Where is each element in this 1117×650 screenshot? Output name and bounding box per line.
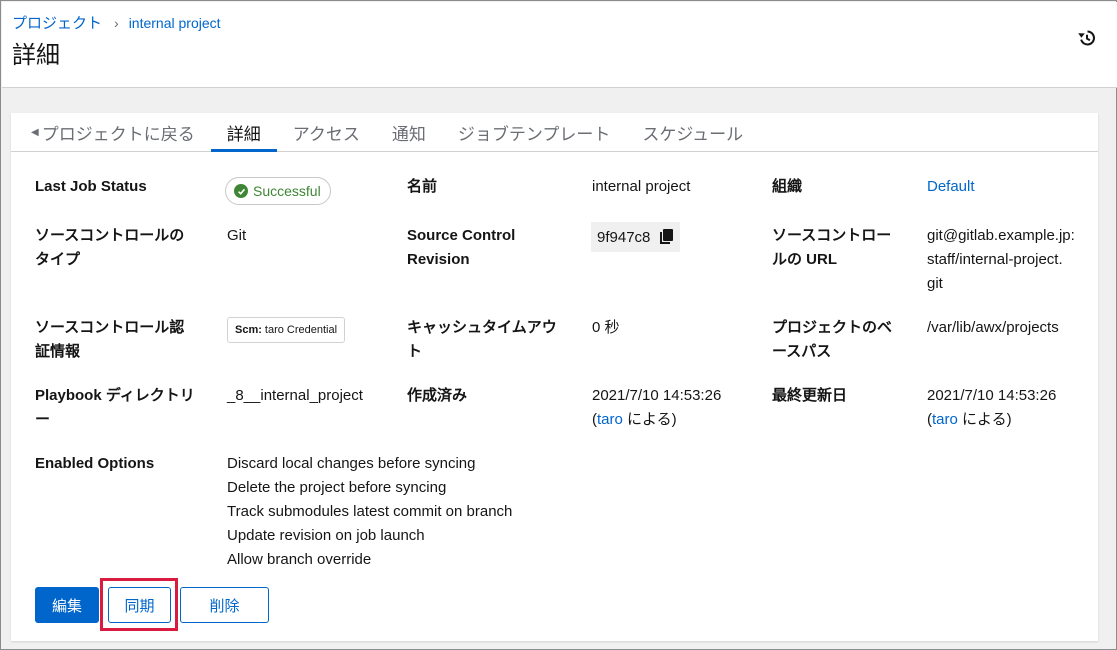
label-line: Source Control [407, 227, 516, 244]
label-line: ルの URL [772, 251, 837, 268]
value-line: git@gitlab.example.jp: [927, 227, 1075, 244]
modified-date: 2021/7/10 14:53:26 [927, 387, 1057, 404]
label-line: ー [35, 411, 51, 428]
enabled-options-label: Enabled Options [35, 455, 155, 472]
breadcrumb: プロジェクト › internal project [12, 12, 221, 33]
label-line: ソースコントロールの [35, 227, 185, 244]
credential-name: taro Credential [264, 324, 338, 336]
tab-label: アクセス [292, 124, 360, 144]
scm-credential-label: ソースコントロール認 証情報 [35, 316, 184, 364]
page-header: プロジェクト › internal project 詳細 [2, 2, 1117, 88]
breadcrumb-separator-icon: › [114, 14, 119, 31]
tab-job-templates[interactable]: ジョブテンプレート [442, 113, 627, 151]
created-label: 作成済み [407, 387, 468, 404]
created-date: 2021/7/10 14:53:26 [592, 387, 722, 404]
caret-left-icon: ◀ [31, 126, 39, 138]
label-line: Playbook ディレクトリ [35, 387, 195, 404]
tab-back-to-projects[interactable]: ◀ プロジェクトに戻る [11, 113, 211, 151]
value-line: staff/internal-project. [927, 251, 1063, 268]
cache-timeout-value: 0 秒 [592, 319, 620, 336]
credential-prefix: Scm: [235, 324, 262, 336]
base-path-label: プロジェクトのベ ースパス [772, 316, 892, 364]
tab-label: 詳細 [226, 124, 261, 144]
label-line: ト [407, 343, 423, 360]
tab-details[interactable]: 詳細 [210, 113, 277, 152]
scm-revision-value: 9f947c8 [591, 222, 681, 252]
playbook-dir-label: Playbook ディレクトリ ー [35, 384, 195, 432]
modified-by: (taro による) [927, 408, 1056, 432]
scm-url-label: ソースコントロー ルの URL [772, 224, 891, 272]
list-item: Update revision on job launch [227, 527, 425, 544]
tab-label: スケジュール [642, 124, 744, 144]
modified-user-link[interactable]: taro [932, 411, 958, 428]
last-job-status-label: Last Job Status [35, 178, 147, 195]
organization-link[interactable]: Default [927, 175, 975, 199]
label-line: タイプ [35, 251, 81, 268]
tab-access[interactable]: アクセス [277, 113, 376, 151]
modified-value: 2021/7/10 14:53:26 (taro による) [927, 384, 1056, 432]
scm-type-value: Git [227, 227, 247, 244]
tab-notifications[interactable]: 通知 [376, 113, 442, 151]
list-item: Delete the project before syncing [227, 479, 447, 496]
tab-label: プロジェクトに戻る [41, 124, 195, 144]
edit-button[interactable]: 編集 [35, 587, 99, 623]
scm-url-value: git@gitlab.example.jp: staff/internal-pr… [927, 224, 1075, 296]
playbook-dir-value: _8__internal_project [227, 387, 363, 404]
revision-hash: 9f947c8 [597, 228, 651, 246]
created-by: (taro による) [592, 408, 721, 432]
tab-bar: ◀ プロジェクトに戻る 詳細 アクセス 通知 ジョブテンプレート スケジュール [11, 113, 1098, 152]
created-value: 2021/7/10 14:53:26 (taro による) [592, 384, 721, 432]
name-label: 名前 [407, 178, 438, 195]
history-icon[interactable] [1077, 28, 1097, 48]
tab-schedules[interactable]: スケジュール [626, 113, 759, 151]
scm-type-label: ソースコントロールの タイプ [35, 224, 184, 272]
tab-label: ジョブテンプレート [457, 124, 611, 144]
copy-icon[interactable] [659, 229, 674, 245]
base-path-value: /var/lib/awx/projects [927, 319, 1059, 336]
name-value: internal project [592, 178, 691, 195]
label-line: ソースコントロー [772, 227, 892, 244]
cache-timeout-label: キャッシュタイムアウ ト [407, 316, 557, 364]
scm-revision-label: Source Control Revision [407, 224, 515, 272]
created-user-link[interactable]: taro [597, 411, 623, 428]
organization-label: 組織 [772, 178, 803, 195]
value-line: git [927, 275, 943, 292]
label-line: ースパス [772, 343, 832, 360]
breadcrumb-current: internal project [128, 14, 221, 31]
status-text: Successful [253, 183, 321, 199]
delete-button[interactable]: 削除 [180, 587, 269, 623]
label-line: ソースコントロール認 [35, 319, 185, 336]
check-circle-icon [234, 184, 248, 198]
list-item: Track submodules latest commit on branch [227, 503, 513, 520]
enabled-options-list: Discard local changes before syncing Del… [227, 452, 512, 572]
label-line: キャッシュタイムアウ [407, 319, 557, 336]
credential-chip[interactable]: Scm: taro Credential [227, 317, 346, 343]
label-line: Revision [407, 251, 470, 268]
page-title: 詳細 [12, 42, 60, 69]
label-line: 証情報 [35, 343, 81, 360]
detail-card: ◀ プロジェクトに戻る 詳細 アクセス 通知 ジョブテンプレート スケジュール … [11, 113, 1098, 641]
sync-button-highlight [100, 578, 178, 631]
breadcrumb-projects-link[interactable]: プロジェクト [12, 12, 102, 33]
list-item: Allow branch override [227, 551, 372, 568]
status-badge[interactable]: Successful [225, 177, 331, 205]
modified-label: 最終更新日 [772, 387, 848, 404]
tab-label: 通知 [391, 124, 426, 144]
label-line: プロジェクトのベ [772, 319, 893, 336]
by-suffix: による) [622, 411, 677, 428]
by-suffix: による) [957, 411, 1012, 428]
list-item: Discard local changes before syncing [227, 455, 476, 472]
window-frame: プロジェクト › internal project 詳細 ◀ プロジェクトに戻る… [0, 0, 1117, 650]
